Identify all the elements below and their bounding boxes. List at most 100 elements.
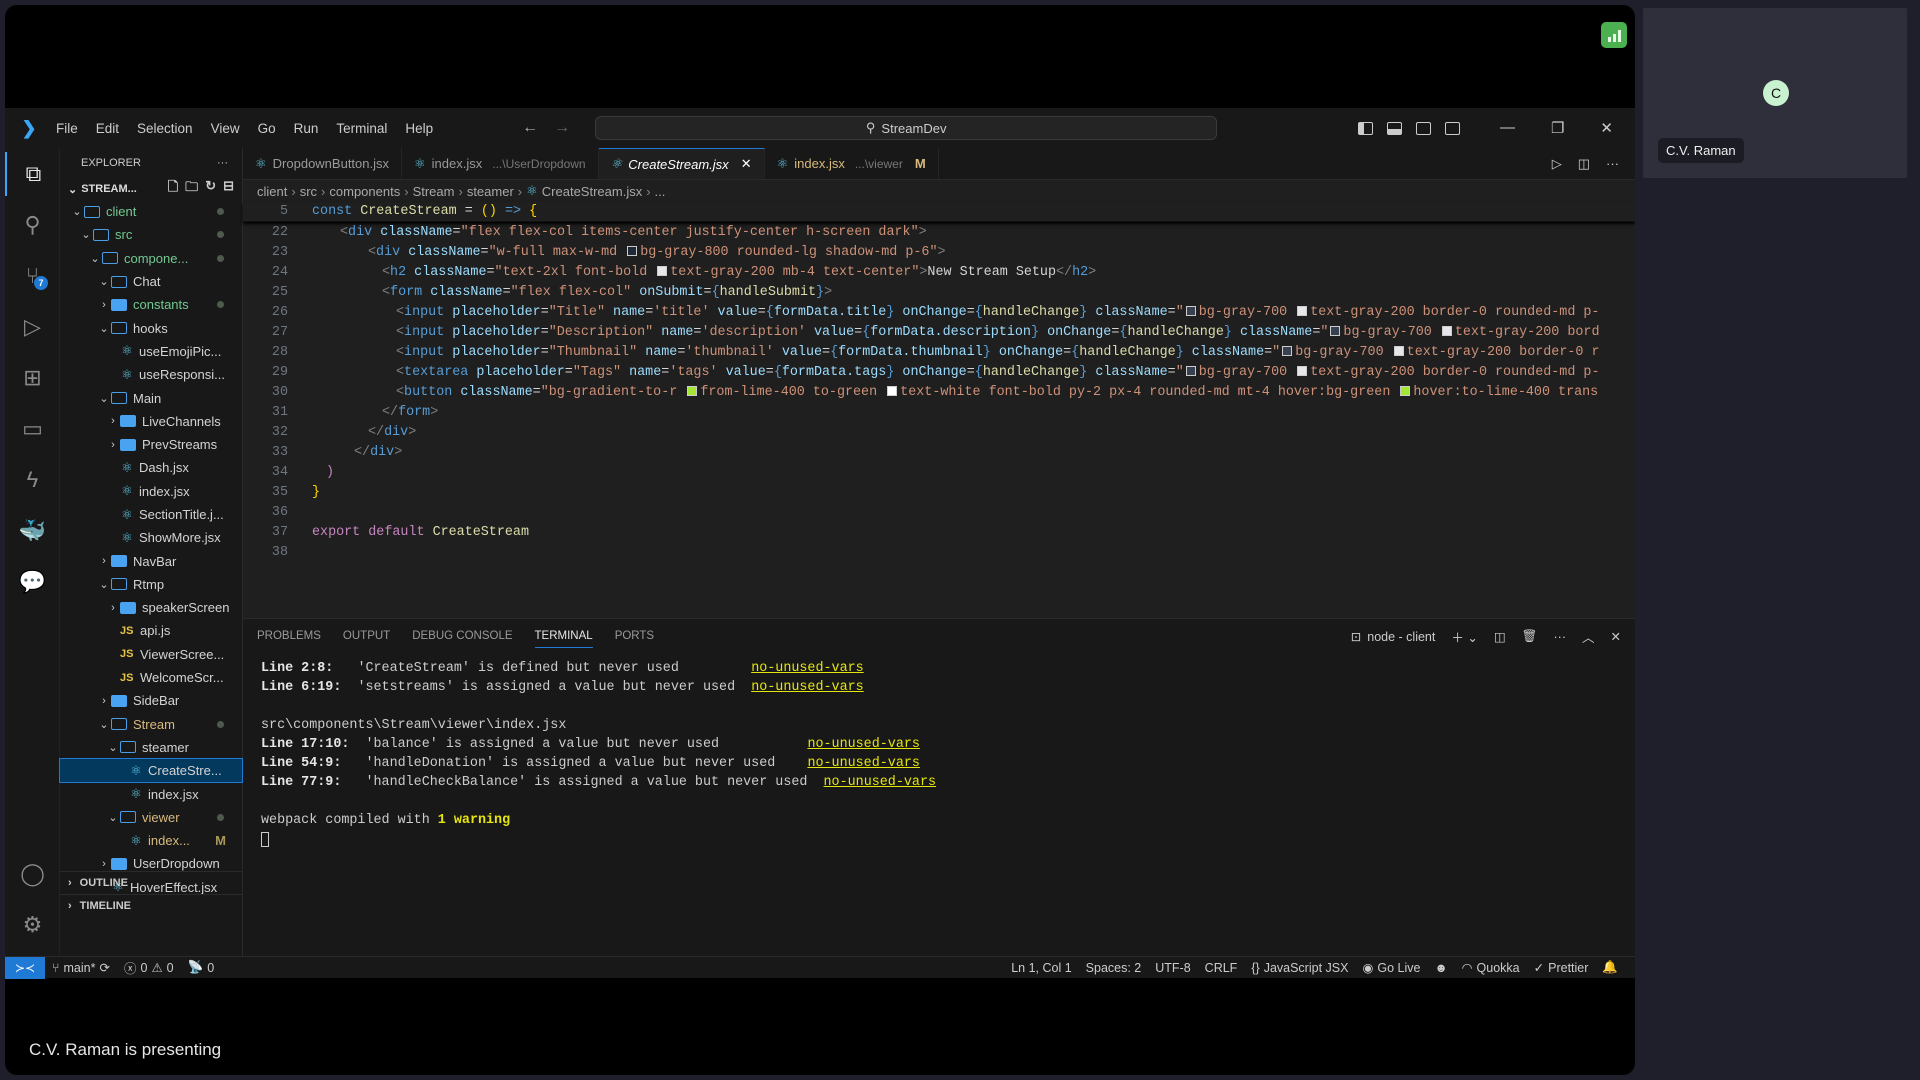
tree-item[interactable]: ⚛ CreateStre... <box>59 758 243 784</box>
copilot-icon[interactable]: ☻ <box>1427 960 1454 975</box>
close-tab-icon[interactable]: ✕ <box>741 156 752 172</box>
minimize-icon[interactable]: — <box>1500 119 1515 137</box>
new-folder-icon[interactable]: 🗀 <box>185 178 198 200</box>
tab-index-viewer[interactable]: ⚛ index.jsx ...\viewer M <box>765 148 939 179</box>
breadcrumb-item[interactable]: src <box>300 184 317 199</box>
code-line[interactable]: 34) <box>243 462 1635 482</box>
toggle-panel-icon[interactable] <box>1386 121 1402 135</box>
code-line[interactable]: 33 </div> <box>243 442 1635 462</box>
timeline-section[interactable]: › TIMELINE <box>60 894 242 916</box>
toggle-primary-sidebar-icon[interactable] <box>1357 121 1373 135</box>
code-line[interactable]: 35} <box>243 482 1635 502</box>
code-line[interactable]: 26 <input placeholder="Title" name='title… <box>243 302 1635 322</box>
close-window-icon[interactable]: ✕ <box>1600 119 1613 137</box>
code-editor[interactable]: 5 const CreateStream = () => {22 <div clas… <box>243 202 1635 562</box>
run-icon[interactable]: ▷ <box>1552 156 1562 172</box>
settings-gear-icon[interactable]: ⚙ <box>5 903 60 947</box>
maximize-panel-icon[interactable]: ︿ <box>1582 627 1595 646</box>
tree-item[interactable]: › NavBar <box>60 549 242 572</box>
tree-item[interactable]: ⚛ ShowMore.jsx <box>60 526 242 549</box>
more-actions-icon[interactable]: ··· <box>1606 156 1619 171</box>
explorer-icon[interactable]: ⧉ <box>5 152 60 196</box>
customize-layout-icon[interactable] <box>1444 121 1460 135</box>
tree-item[interactable]: ⌄ Stream <box>60 713 242 736</box>
menu-help[interactable]: Help <box>396 121 442 136</box>
split-editor-icon[interactable]: ◫ <box>1578 156 1590 172</box>
breadcrumb-item[interactable]: CreateStream.jsx <box>542 184 642 199</box>
tree-item[interactable]: ⚛ index.jsx <box>60 782 242 805</box>
collapse-all-icon[interactable]: ⊟ <box>223 178 234 200</box>
tree-item[interactable]: JS WelcomeScr... <box>60 666 242 689</box>
new-terminal-icon[interactable]: ＋ ⌄ <box>1451 627 1477 646</box>
menu-view[interactable]: View <box>202 121 249 136</box>
code-line[interactable]: 28 <input placeholder="Thumbnail" name='t… <box>243 342 1635 362</box>
restore-icon[interactable]: ❐ <box>1551 119 1564 137</box>
breadcrumb-item[interactable]: ... <box>655 184 666 199</box>
tree-item[interactable]: ⚛ Dash.jsx <box>60 456 242 479</box>
code-line[interactable]: 37 export default CreateStream <box>243 522 1635 542</box>
code-line[interactable]: 25 <form className="flex flex-col" onSubm… <box>243 282 1635 302</box>
outline-section[interactable]: › OUTLINE <box>60 871 242 893</box>
docker-icon[interactable]: 🐳 <box>5 509 60 553</box>
code-line[interactable]: 24 <h2 className="text-2xl font-bold text… <box>243 262 1635 282</box>
tree-item[interactable]: ⌄ compone... <box>60 247 242 270</box>
tree-item[interactable]: ⚛ useEmojiPic... <box>60 340 242 363</box>
tree-item[interactable]: ⚛ useResponsi... <box>60 363 242 386</box>
participant-tile[interactable]: C C.V. Raman <box>1643 8 1907 178</box>
cursor-position[interactable]: Ln 1, Col 1 <box>1004 960 1078 975</box>
code-line[interactable]: 38 <box>243 542 1635 562</box>
terminal-output[interactable]: Line 2:8: 'CreateStream' is defined but … <box>243 653 1635 849</box>
tree-item[interactable]: ⚛ SectionTitle.j... <box>60 503 242 526</box>
code-line[interactable]: 36 <box>243 502 1635 522</box>
menu-terminal[interactable]: Terminal <box>327 121 396 136</box>
tab-createstream[interactable]: ⚛ CreateStream.jsx ✕ <box>598 148 765 179</box>
tree-item[interactable]: ⌄ Main <box>60 386 242 409</box>
forward-arrow-icon[interactable]: → <box>554 119 570 137</box>
command-center-search[interactable]: ⚲ StreamDev <box>595 116 1218 140</box>
tab-terminal[interactable]: TERMINAL <box>534 630 593 648</box>
encoding[interactable]: UTF-8 <box>1148 960 1197 975</box>
branch-indicator[interactable]: ⑂ main* ⟳ <box>45 960 117 976</box>
close-panel-icon[interactable]: ✕ <box>1611 629 1621 644</box>
menu-run[interactable]: Run <box>285 121 328 136</box>
more-actions-icon[interactable]: ··· <box>217 157 228 169</box>
tree-item[interactable]: › speakerScreen <box>60 596 242 619</box>
tree-item[interactable]: › LiveChannels <box>60 410 242 433</box>
thunder-client-icon[interactable]: ϟ <box>5 458 60 502</box>
tree-item[interactable]: › PrevStreams <box>60 433 242 456</box>
search-icon[interactable]: ⚲ <box>5 203 60 247</box>
tree-item[interactable]: ⚛ index... M <box>60 829 242 852</box>
tree-item[interactable]: ⌄ Chat <box>60 270 242 293</box>
breadcrumb-item[interactable]: steamer <box>467 184 514 199</box>
tab-problems[interactable]: PROBLEMS <box>257 630 321 642</box>
menu-file[interactable]: File <box>47 121 87 136</box>
remote-indicator-icon[interactable]: ≻≺ <box>5 956 45 979</box>
tab-debug-console[interactable]: DEBUG CONSOLE <box>412 630 512 642</box>
chat-icon[interactable]: 💬 <box>5 560 60 604</box>
line-ending[interactable]: CRLF <box>1198 960 1245 975</box>
sticky-scroll-line[interactable]: 5 const CreateStream = () => { <box>243 202 1635 222</box>
menu-selection[interactable]: Selection <box>128 121 202 136</box>
tab-ports[interactable]: PORTS <box>615 630 654 642</box>
menu-edit[interactable]: Edit <box>87 121 128 136</box>
tree-item[interactable]: ⌄ steamer <box>60 736 242 759</box>
tree-item[interactable]: ⌄ hooks <box>60 316 242 339</box>
ports-indicator[interactable]: 📡 0 <box>181 960 222 975</box>
run-debug-icon[interactable]: ▷ <box>5 305 60 349</box>
go-live-button[interactable]: ◉ Go Live <box>1355 960 1427 976</box>
breadcrumb-item[interactable]: client <box>257 184 287 199</box>
new-file-icon[interactable]: 🗋 <box>168 178 178 200</box>
problems-indicator[interactable]: ⓧ 0 ⚠ 0 <box>117 958 181 977</box>
source-control-icon[interactable]: ⑂ 7 <box>5 254 60 298</box>
kill-terminal-icon[interactable]: 🗑 <box>1522 629 1538 644</box>
code-line[interactable]: 27 <input placeholder="Description" name=… <box>243 322 1635 342</box>
language-mode[interactable]: {} JavaScript JSX <box>1244 960 1355 975</box>
breadcrumb-item[interactable]: components <box>329 184 400 199</box>
tree-item[interactable]: ⌄ client <box>60 200 242 223</box>
code-line[interactable]: 31 </form> <box>243 402 1635 422</box>
code-line[interactable]: 22 <div className="flex flex-col items-ce… <box>243 222 1635 242</box>
quokka-button[interactable]: ◠ Quokka <box>1455 960 1527 976</box>
tab-dropdownbutton[interactable]: ⚛ DropdownButton.jsx <box>243 148 402 179</box>
remote-explorer-icon[interactable]: ▭ <box>5 407 60 451</box>
code-line[interactable]: 32 </div> <box>243 422 1635 442</box>
